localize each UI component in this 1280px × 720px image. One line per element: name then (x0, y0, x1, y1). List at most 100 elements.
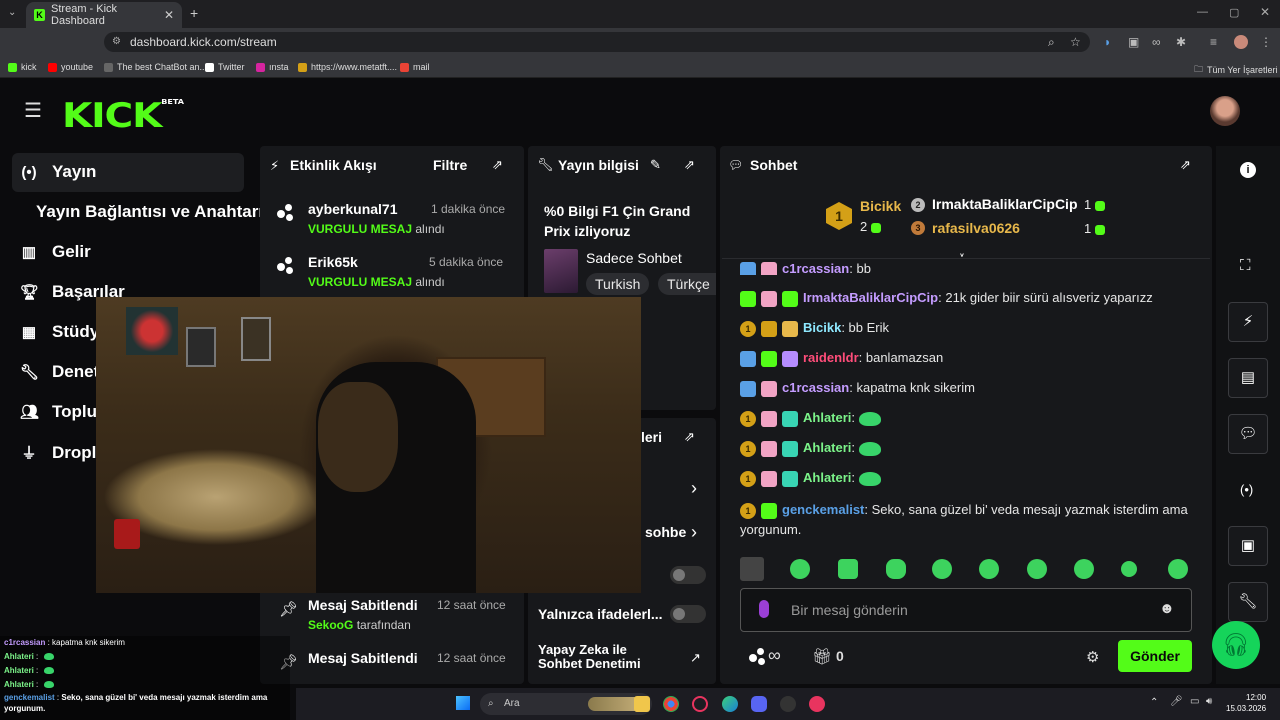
sidebar-item-gelir[interactable]: ▥ Gelir (20, 242, 91, 262)
edit-icon[interactable]: ✎ (650, 157, 661, 173)
points-icon[interactable] (748, 648, 766, 666)
chevron-right-icon[interactable]: › (691, 478, 697, 499)
bookmark-twitter[interactable]: Twitter (205, 62, 245, 72)
browser-tab[interactable]: K Stream - Kick Dashboard ✕ (26, 2, 182, 28)
info-icon[interactable]: i (1240, 162, 1256, 178)
chat-message[interactable]: 1 Bicikk: bb Erik (740, 320, 889, 337)
emote-icon[interactable] (1027, 559, 1047, 579)
support-headset-icon[interactable]: 🎧︎ (1212, 621, 1260, 669)
category-name[interactable]: Sadece Sohbet (586, 250, 682, 266)
event-user[interactable]: Erik65k (308, 254, 358, 270)
ai-mod-label[interactable]: Yapay Zeka ile Sohbet Denetimi (538, 643, 668, 671)
bookmark-insta[interactable]: ınsta (256, 62, 289, 72)
event-user[interactable]: ayberkunal71 (308, 201, 398, 217)
start-icon[interactable] (456, 696, 470, 710)
obs-icon[interactable] (780, 696, 796, 712)
tray-chevron-icon[interactable]: ⌃ (1150, 697, 1158, 708)
chevron-right-icon[interactable]: › (691, 522, 697, 543)
chat-message[interactable]: 1 Ahlateri: (740, 440, 882, 457)
emote-icon[interactable] (886, 559, 906, 579)
media-player-icon[interactable] (809, 696, 825, 712)
bookmark-metatft[interactable]: https://www.metatft.... (298, 62, 397, 72)
emote-icon[interactable] (838, 559, 858, 579)
emote-recent-icon[interactable] (740, 557, 764, 581)
opera-icon[interactable] (692, 696, 708, 712)
bookmark-mail[interactable]: mail (400, 62, 430, 72)
bookmark-kick[interactable]: kick (8, 62, 37, 72)
hamburger-menu-icon[interactable]: ☰ (24, 101, 42, 121)
chat-settings-icon[interactable]: ⚙ (1086, 648, 1099, 666)
bookmark-youtube[interactable]: youtube (48, 62, 93, 72)
leader-name[interactable]: Bicikk (860, 198, 901, 214)
volume-tray-icon[interactable]: 🔊︎ (1206, 696, 1212, 707)
discord-icon[interactable] (751, 696, 767, 712)
edge-icon[interactable] (722, 696, 738, 712)
all-bookmarks[interactable]: 🗀 Tüm Yer İşaretleri (1194, 62, 1278, 78)
translate-icon[interactable]: ◗ (1104, 35, 1111, 49)
emote-icon[interactable] (1074, 559, 1094, 579)
category-thumbnail[interactable] (544, 249, 578, 293)
site-info-icon[interactable]: ⚙ (112, 32, 121, 52)
chat-input[interactable]: Bir mesaj gönderin ☻ (740, 588, 1192, 632)
profile-avatar-icon[interactable] (1234, 35, 1248, 49)
microphone-icon[interactable] (759, 600, 769, 618)
extension-icon[interactable]: ▣ (1128, 35, 1139, 49)
tag-chip[interactable]: Turkish (586, 273, 650, 295)
media-icon[interactable]: ≡ (1210, 35, 1217, 49)
zoom-icon[interactable]: ⌕ (1048, 32, 1055, 52)
menu-icon[interactable]: ⋮ (1260, 35, 1272, 49)
emote-icon[interactable] (790, 559, 810, 579)
chat-message[interactable]: 1 Ahlateri: (740, 470, 882, 487)
toggle-switch[interactable] (670, 566, 706, 584)
sidebar-item-stream-key[interactable]: Yayın Bağlantısı ve Anahtarı (36, 202, 263, 222)
video-toggle-icon[interactable]: ▣ (1228, 526, 1268, 566)
minimize-icon[interactable]: — (1197, 6, 1208, 18)
leader-name[interactable]: IrmaktaBaliklarCipCip (932, 196, 1078, 212)
sidebar-item-yayin[interactable]: (•) Yayın (20, 162, 96, 182)
chat-message[interactable]: IrmaktaBaliklarCipCip: 21k gider biir sü… (740, 290, 1153, 307)
new-tab-icon[interactable]: + (190, 5, 198, 21)
vpn-icon[interactable]: ∞ (1152, 35, 1161, 49)
broadcast-icon[interactable]: (•) (1240, 482, 1253, 497)
taskbar-search[interactable]: ⌕ Ara (480, 693, 652, 715)
bookmark-chatbot[interactable]: The best ChatBot an... (104, 62, 207, 72)
filter-button[interactable]: Filtre (433, 157, 467, 173)
emote-icon[interactable] (1168, 559, 1188, 579)
maximize-icon[interactable]: ▢ (1229, 6, 1239, 19)
leader-name[interactable]: rafasilva0626 (932, 220, 1020, 236)
popout-icon[interactable]: ⇗ (1180, 157, 1191, 173)
popout-icon[interactable]: ⇗ (492, 157, 503, 173)
mic-tray-icon[interactable]: 🎤︎ (1170, 696, 1183, 707)
emote-only-toggle[interactable] (670, 605, 706, 623)
emote-icon[interactable] (932, 559, 952, 579)
stream-preview-video[interactable] (96, 297, 641, 593)
emoji-picker-icon[interactable]: ☻ (1159, 600, 1175, 617)
send-button[interactable]: Gönder (1118, 640, 1192, 672)
close-tab-icon[interactable]: ✕ (164, 8, 174, 22)
close-window-icon[interactable]: ✕ (1260, 5, 1270, 19)
taskbar-clock[interactable]: 12:00 15.03.2026 (1226, 692, 1266, 714)
kick-logo[interactable]: KICKBETA (62, 96, 184, 136)
tab-list-icon[interactable]: ⌄ (8, 7, 16, 18)
collapse-leaderboard-icon[interactable]: ⩡ (958, 248, 966, 265)
external-link-icon[interactable]: ↗ (690, 650, 701, 666)
chat-message[interactable]: c1rcassian: bb (740, 261, 871, 275)
display-tray-icon[interactable]: ▭ (1190, 696, 1199, 707)
address-bar[interactable]: ⚙ dashboard.kick.com/stream ⌕ ☆ (104, 32, 1090, 52)
user-avatar[interactable] (1210, 96, 1240, 126)
chat-message[interactable]: 1 Ahlateri: (740, 410, 882, 427)
emote-icon[interactable] (979, 559, 999, 579)
quick-action-lightning-icon[interactable]: ⚡︎ (1228, 302, 1268, 342)
extensions-icon[interactable]: ✱ (1176, 35, 1186, 49)
popout-icon[interactable]: ⇗ (684, 429, 695, 445)
popout-icon[interactable]: ⇗ (684, 157, 695, 173)
screenshot-icon[interactable]: ⛶ (1240, 257, 1251, 274)
stream-info-document-icon[interactable]: ▤ (1228, 358, 1268, 398)
chrome-icon[interactable] (663, 696, 679, 712)
moderation-wrench-icon[interactable]: 🔧︎ (1228, 582, 1268, 622)
chat-toggle-icon[interactable]: 💬︎ (1228, 414, 1268, 454)
bookmark-star-icon[interactable]: ☆ (1070, 32, 1081, 52)
file-explorer-icon[interactable] (634, 696, 650, 712)
tag-chip[interactable]: Türkçe (658, 273, 716, 295)
emote-icon[interactable] (1121, 561, 1137, 577)
